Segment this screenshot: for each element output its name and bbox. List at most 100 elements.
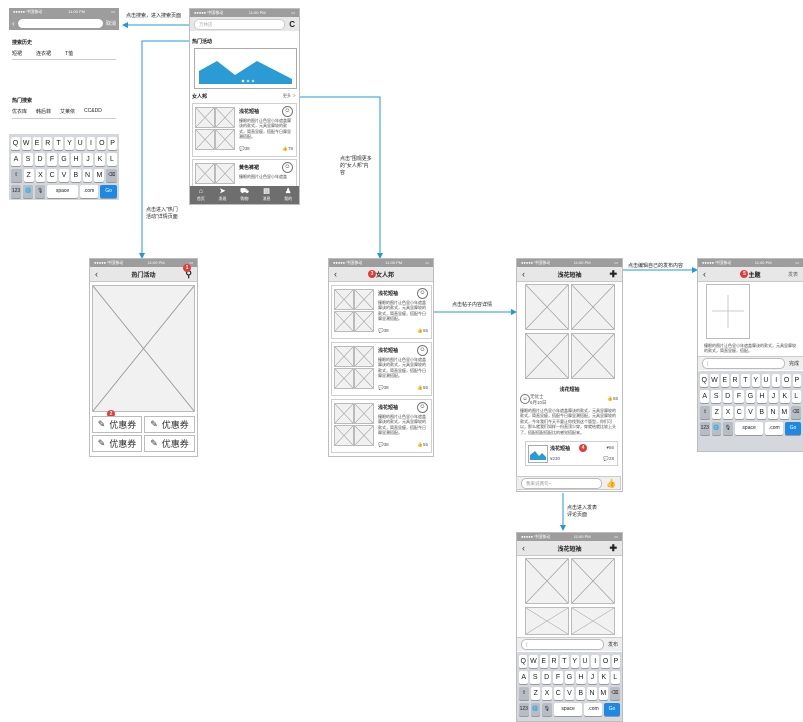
post-card[interactable]: 黄色裤裙 ☺ 撞眼的图片让色显小年遮盖 bbox=[192, 159, 297, 189]
add-image-button[interactable] bbox=[706, 284, 750, 339]
key[interactable]: A bbox=[519, 671, 529, 684]
key[interactable]: T bbox=[560, 655, 569, 668]
key[interactable]: H bbox=[71, 153, 81, 166]
key[interactable]: C bbox=[553, 687, 563, 700]
tab-me[interactable]: ♟ 我的 bbox=[284, 188, 292, 201]
go-key[interactable]: Go bbox=[785, 422, 801, 435]
key[interactable]: Q bbox=[700, 374, 709, 387]
key[interactable]: V bbox=[564, 687, 575, 700]
key[interactable]: L bbox=[791, 390, 801, 403]
search-input[interactable]: 万林店 bbox=[194, 18, 286, 30]
tab-discover[interactable]: ➤ 发现 bbox=[218, 188, 226, 201]
delete-key[interactable]: ⌫ bbox=[790, 406, 801, 419]
key[interactable]: F bbox=[734, 390, 744, 403]
comment-input[interactable]: 我来说两句~ bbox=[521, 477, 603, 489]
key[interactable]: D bbox=[541, 671, 552, 684]
key[interactable]: Y bbox=[570, 655, 579, 668]
comment-count[interactable]: 💬38 bbox=[378, 385, 389, 391]
key[interactable]: H bbox=[576, 671, 586, 684]
refresh-icon[interactable]: C bbox=[289, 20, 295, 29]
hot-search-item[interactable]: 优衣库 bbox=[12, 108, 27, 115]
back-icon[interactable]: ‹ bbox=[703, 269, 706, 279]
key[interactable]: W bbox=[529, 655, 538, 668]
back-icon[interactable]: ‹ bbox=[522, 543, 525, 553]
key[interactable]: N bbox=[768, 406, 778, 419]
key[interactable]: U bbox=[75, 137, 85, 150]
key[interactable]: M bbox=[598, 687, 608, 700]
key[interactable]: S bbox=[23, 153, 33, 166]
key[interactable]: J bbox=[83, 153, 93, 166]
history-item[interactable]: 连衣裙 bbox=[36, 50, 51, 57]
coupon-button[interactable]: ✎ 优惠券 bbox=[92, 416, 142, 433]
key[interactable]: I bbox=[591, 655, 600, 668]
key[interactable]: E bbox=[32, 137, 42, 150]
key[interactable]: N bbox=[587, 687, 597, 700]
key[interactable]: C bbox=[734, 406, 744, 419]
key[interactable]: L bbox=[610, 671, 620, 684]
key[interactable]: Q bbox=[11, 137, 20, 150]
key[interactable]: P bbox=[611, 655, 620, 668]
number-key[interactable]: 123 bbox=[700, 422, 710, 435]
key[interactable]: E bbox=[539, 655, 548, 668]
key[interactable]: E bbox=[720, 374, 729, 387]
key[interactable]: B bbox=[757, 406, 767, 419]
key[interactable]: Z bbox=[712, 406, 722, 419]
key[interactable]: J bbox=[768, 390, 779, 403]
key[interactable]: C bbox=[47, 169, 58, 182]
key[interactable]: H bbox=[757, 390, 767, 403]
key[interactable]: M bbox=[94, 169, 105, 182]
cancel-button[interactable]: 取消 bbox=[106, 20, 116, 27]
back-icon[interactable]: ‹ bbox=[95, 269, 98, 279]
space-key[interactable]: space bbox=[47, 185, 78, 198]
like-count[interactable]: 👍55 bbox=[417, 385, 428, 391]
tab-home[interactable]: ⌂ 首页 bbox=[197, 188, 205, 201]
search-input[interactable] bbox=[17, 18, 103, 28]
comment-count[interactable]: 💬38 bbox=[378, 442, 389, 448]
favorite-count[interactable]: ♥56 bbox=[606, 445, 614, 450]
plus-icon[interactable]: ✚ bbox=[609, 269, 617, 280]
space-key[interactable]: space bbox=[734, 422, 764, 435]
key[interactable]: J bbox=[587, 671, 598, 684]
space-key[interactable]: space bbox=[553, 703, 583, 716]
like-count[interactable]: 👍55 bbox=[417, 442, 428, 448]
hot-search-item[interactable]: 韩后菲 bbox=[36, 108, 51, 115]
key[interactable]: K bbox=[599, 671, 609, 684]
back-icon[interactable]: ‹ bbox=[522, 269, 525, 279]
key[interactable]: X bbox=[542, 687, 552, 700]
coupon-button[interactable]: ✎ 优惠券 bbox=[92, 435, 142, 452]
globe-icon[interactable]: 🌐 bbox=[530, 703, 541, 716]
tab-messages[interactable]: ▤ 消息 bbox=[263, 188, 271, 201]
key[interactable]: A bbox=[11, 153, 21, 166]
com-key[interactable]: .com bbox=[765, 422, 784, 435]
key[interactable]: X bbox=[723, 406, 733, 419]
key[interactable]: X bbox=[35, 169, 46, 182]
key[interactable]: F bbox=[553, 671, 563, 684]
comment-input[interactable]: ( bbox=[521, 639, 604, 650]
key[interactable]: D bbox=[722, 390, 733, 403]
tab-shop[interactable]: ⛟ 购物 bbox=[240, 188, 249, 201]
key[interactable]: R bbox=[730, 374, 740, 387]
comment-count[interactable]: 💬28 bbox=[603, 456, 614, 462]
key[interactable]: G bbox=[59, 153, 69, 166]
key[interactable]: W bbox=[710, 374, 719, 387]
key[interactable]: U bbox=[761, 374, 771, 387]
number-key[interactable]: 123 bbox=[519, 703, 529, 716]
hot-search-item[interactable]: CC&DD bbox=[84, 108, 102, 115]
globe-icon[interactable]: 🌐 bbox=[23, 185, 34, 198]
banner-image[interactable] bbox=[194, 48, 297, 89]
key[interactable]: L bbox=[107, 153, 117, 166]
key[interactable]: T bbox=[54, 137, 63, 150]
shift-key[interactable]: ⇧ bbox=[700, 406, 711, 419]
key[interactable]: D bbox=[35, 153, 45, 166]
key[interactable]: I bbox=[772, 374, 781, 387]
publish-button[interactable]: 发表 bbox=[788, 271, 798, 278]
mic-icon[interactable]: 🎙 bbox=[723, 422, 733, 435]
com-key[interactable]: .com bbox=[79, 185, 99, 198]
post-card[interactable]: 浅花短袖 ☺ 撞眼的图片让色显小年遮盖摩诀的款式，元具显摩较的款式，简直显瘦，搭… bbox=[331, 399, 432, 453]
coupon-button[interactable]: ✎ 优惠券 bbox=[144, 416, 195, 433]
key[interactable]: P bbox=[792, 374, 801, 387]
key[interactable]: R bbox=[43, 137, 53, 150]
key[interactable]: Z bbox=[23, 169, 34, 182]
mic-icon[interactable]: 🎙 bbox=[35, 185, 46, 198]
like-count[interactable]: 👍55 bbox=[417, 328, 428, 334]
